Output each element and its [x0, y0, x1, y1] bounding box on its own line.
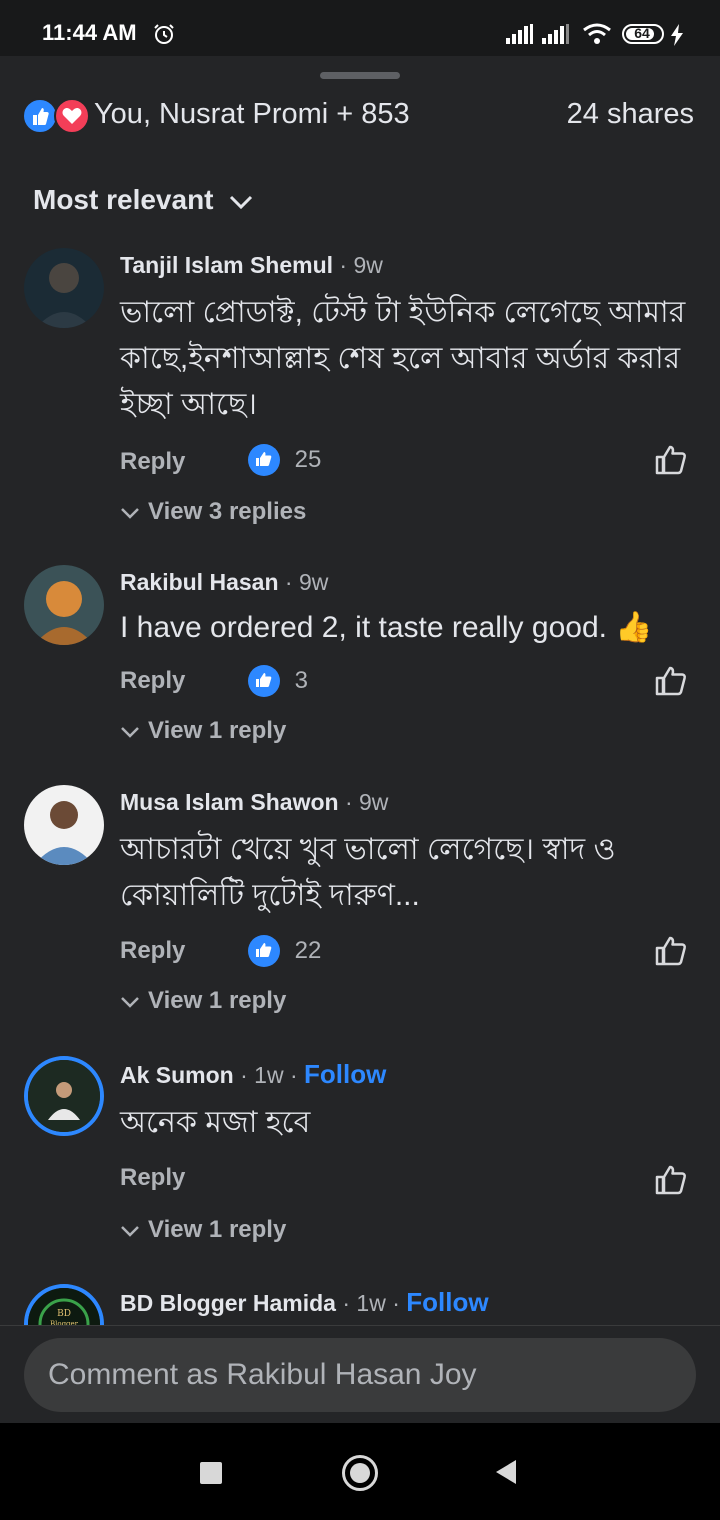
avatar[interactable] — [24, 248, 104, 328]
comment-author[interactable]: Ak Sumon · 1w · Follow — [120, 1059, 386, 1090]
recents-square-icon[interactable] — [200, 1462, 222, 1484]
chevron-down-icon — [121, 726, 139, 738]
alarm-icon — [152, 22, 176, 51]
like-count[interactable]: 22 — [248, 935, 321, 967]
comment-author[interactable]: BD Blogger Hamida · 1w · Follow — [120, 1287, 489, 1318]
charging-icon — [670, 24, 684, 51]
comment-author[interactable]: Tanjil Islam Shemul · 9w — [120, 252, 383, 279]
avatar[interactable]: BD Blogger — [24, 1284, 104, 1325]
sort-label: Most relevant — [33, 184, 214, 215]
like-button-icon[interactable] — [654, 665, 688, 702]
comment-text: অনেক মজা হবে — [120, 1106, 311, 1139]
chevron-down-icon — [121, 1225, 139, 1237]
view-replies-button[interactable]: View 1 reply — [120, 987, 286, 1015]
like-icon — [248, 935, 280, 967]
comment-text: ভালো প্রোডাক্ট, টেস্ট টা ইউনিক লেগেছে আম… — [120, 296, 686, 421]
back-triangle-icon[interactable] — [494, 1459, 518, 1490]
avatar[interactable] — [24, 1056, 104, 1136]
reactions-text: You, Nusrat Promi + 853 — [94, 98, 410, 130]
comment-composer: Comment as Rakibul Hasan Joy — [0, 1325, 720, 1424]
wifi-icon — [582, 22, 612, 51]
like-button-icon[interactable] — [654, 1164, 688, 1201]
follow-button[interactable]: Follow — [304, 1059, 386, 1089]
battery-icon: 64 — [622, 24, 664, 44]
view-replies-button[interactable]: View 3 replies — [120, 498, 306, 526]
view-replies-button[interactable]: View 1 reply — [120, 1216, 286, 1244]
comment-text: আচারটা খেয়ে খুব ভালো লেগেছে। স্বাদ ও কো… — [120, 833, 616, 912]
like-icon — [248, 665, 280, 697]
home-circle-icon[interactable] — [342, 1455, 378, 1491]
avatar[interactable] — [24, 785, 104, 865]
comment-input[interactable]: Comment as Rakibul Hasan Joy — [24, 1338, 696, 1412]
shares-count[interactable]: 24 shares — [567, 98, 694, 131]
sort-dropdown[interactable]: Most relevant — [33, 184, 253, 216]
battery-level: 64 — [634, 25, 650, 41]
avatar-logo-text: BD — [57, 1309, 71, 1319]
like-icon — [248, 444, 280, 476]
drag-handle[interactable] — [320, 72, 400, 79]
comment-author[interactable]: Rakibul Hasan · 9w — [120, 569, 328, 596]
system-nav-bar — [0, 1423, 720, 1520]
love-reaction-icon — [54, 98, 90, 134]
view-replies-button[interactable]: View 1 reply — [120, 717, 286, 745]
comment-input-placeholder: Comment as Rakibul Hasan Joy — [48, 1358, 477, 1391]
chevron-down-icon — [121, 996, 139, 1008]
signal-icon — [506, 24, 534, 49]
avatar[interactable] — [24, 565, 104, 645]
like-count[interactable]: 3 — [248, 665, 308, 697]
follow-button[interactable]: Follow — [406, 1287, 488, 1317]
status-bar: 11:44 AM 64 — [0, 0, 720, 56]
comment-item: BD Blogger BD Blogger Hamida · 1w · Follo… — [0, 1284, 720, 1325]
chevron-down-icon — [121, 507, 139, 519]
like-button-icon[interactable] — [654, 444, 688, 481]
like-count[interactable]: 25 — [248, 444, 321, 476]
reply-button[interactable]: Reply — [120, 937, 185, 965]
signal-icon — [542, 24, 570, 49]
chevron-down-icon — [230, 195, 253, 209]
reply-button[interactable]: Reply — [120, 448, 185, 476]
comment-text: I have ordered 2, it taste really good. … — [120, 611, 653, 644]
reply-button[interactable]: Reply — [120, 1164, 185, 1192]
comment-author[interactable]: Musa Islam Shawon · 9w — [120, 789, 388, 816]
status-time: 11:44 AM — [42, 20, 137, 45]
reply-button[interactable]: Reply — [120, 667, 185, 695]
like-reaction-icon — [22, 98, 58, 134]
like-button-icon[interactable] — [654, 935, 688, 972]
